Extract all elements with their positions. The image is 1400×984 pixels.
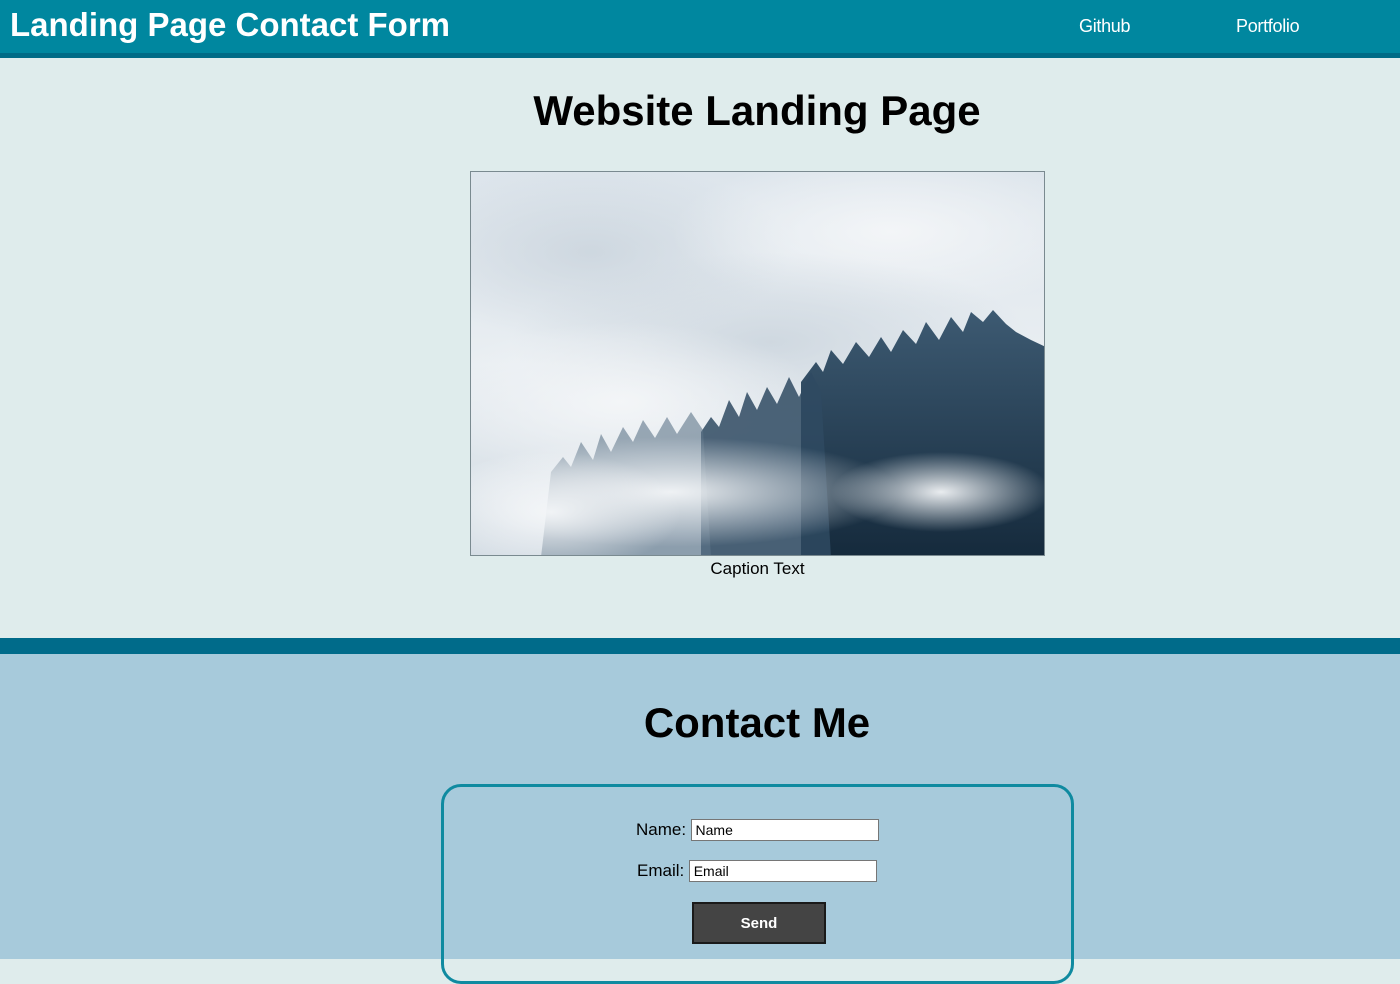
site-title: Landing Page Contact Form — [10, 6, 451, 43]
nav-link-github[interactable]: Github — [1079, 16, 1131, 36]
hero-section: Website Landing Page Caption Text — [0, 58, 1400, 638]
nav-link-portfolio[interactable]: Portfolio — [1236, 16, 1300, 36]
page-title: Website Landing Page — [533, 87, 981, 134]
send-button[interactable]: Send — [692, 902, 826, 944]
name-input[interactable] — [690, 819, 879, 841]
contact-form: Name: Email: Send — [441, 784, 1074, 984]
contact-title: Contact Me — [643, 699, 871, 746]
top-navbar: Landing Page Contact Form Github Portfol… — [0, 0, 1400, 58]
image-caption: Caption Text — [710, 559, 805, 578]
name-row: Name: — [636, 819, 879, 843]
email-row: Email: — [637, 860, 877, 884]
section-divider — [0, 638, 1400, 654]
misty-forest-image — [471, 172, 1044, 555]
email-input[interactable] — [688, 860, 877, 882]
hero-image — [470, 171, 1045, 556]
name-label: Name: — [636, 820, 687, 839]
email-label: Email: — [637, 861, 685, 880]
contact-section: Contact Me Name: Email: Send — [0, 654, 1400, 984]
